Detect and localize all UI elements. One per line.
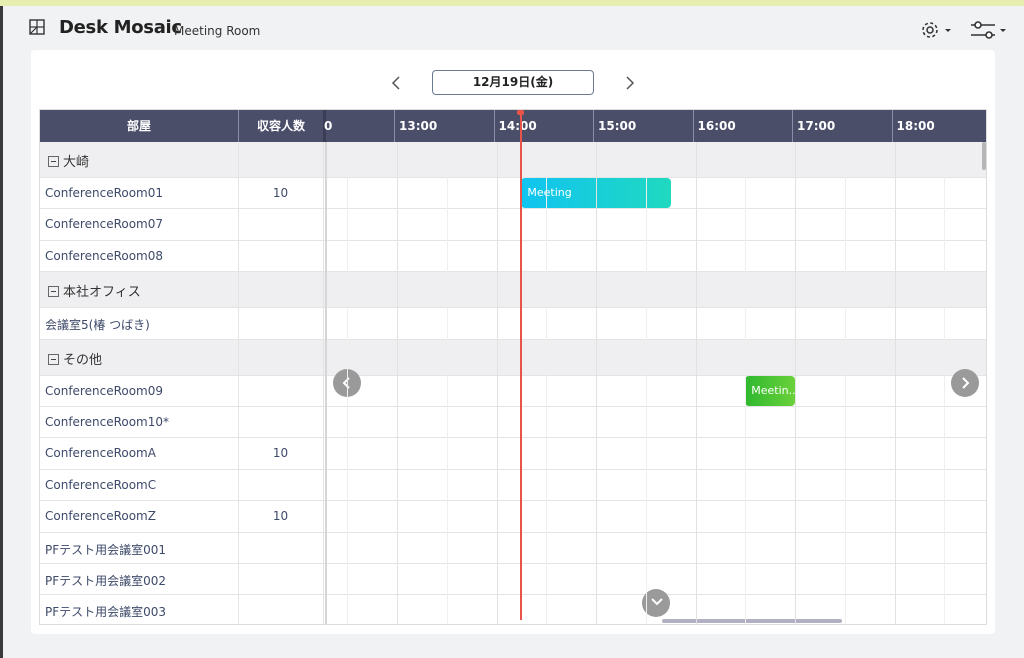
collapse-icon[interactable] [48,286,59,298]
time-slot-label: 14:00 [493,110,594,142]
room-name: PFテスト用会議室003 [45,605,167,620]
room-name: PFテスト用会議室002 [45,574,167,588]
left-window-edge [0,6,3,658]
grid-line [325,142,327,624]
sliders-icon [971,21,1006,39]
room-name: ConferenceRoom09 [45,383,164,398]
timeline-header: 0 13:00 14:00 15:00 16:00 17:00 18:00 [323,110,987,142]
room-name: ConferenceRoomA [45,446,156,461]
group-label: その他 [48,349,102,368]
scroll-right-button[interactable] [951,369,979,397]
previous-day-button[interactable] [387,73,405,93]
grid-line [894,142,896,624]
current-time-line [520,110,522,620]
grid-line [844,142,846,624]
booking-event[interactable]: Meetin... [745,375,795,406]
grid-line [446,142,448,624]
horizontal-scrollbar[interactable] [662,619,842,623]
group-label: 大崎 [48,151,89,170]
time-slot-label: 18:00 [891,110,987,142]
group-label: 本社オフィス [48,281,141,300]
chevron-right-icon [962,377,970,389]
grid-line [397,142,398,624]
logo-icon [29,19,45,35]
room-name: 会議室5(椿 つばき) [45,318,150,333]
room-capacity: 10 [272,186,289,200]
room-name: ConferenceRoom10* [45,415,170,429]
vertical-scrollbar[interactable] [982,142,986,170]
group-name: その他 [63,352,103,368]
chevron-down-icon [651,598,663,606]
grid-line [323,142,324,624]
collapse-icon[interactable] [48,156,59,167]
room-capacity: 10 [272,509,289,524]
room-column-header: 部屋 [40,110,238,142]
grid-line [645,142,647,624]
grid-line [596,142,597,624]
grid-line [745,142,747,624]
grid-line [546,142,548,624]
room-name: PFテスト用会議室001 [45,542,167,557]
room-name: ConferenceRoom08 [45,248,164,263]
room-name: ConferenceRoom01 [45,186,164,200]
next-day-button[interactable] [621,73,639,93]
grid-line [795,142,796,624]
room-name: ConferenceRoom07 [45,217,164,232]
group-name: 大崎 [63,155,90,170]
date-picker-button[interactable]: 12月19日(金) [432,70,594,95]
chevron-right-icon [626,76,635,90]
settings-menu-button[interactable] [919,19,955,41]
time-slot-label: 15:00 [593,110,693,142]
grid-line [347,142,349,624]
page-subtitle: Meeting Room [174,24,261,38]
time-slot-label: 13:00 [394,110,494,142]
room-schedule-grid: 部屋 収容人数 0 13:00 14:00 15:00 16:00 17:00 18:00 … [39,109,987,625]
chevron-left-icon [391,76,400,90]
time-slot-label: 16:00 [692,110,793,142]
grid-line [496,142,498,624]
room-name: ConferenceRoomZ [45,509,156,524]
date-navigator: 12月19日(金) [31,70,995,96]
capacity-column-header: 収容人数 [238,110,323,142]
brand-name: Desk Mosaic [59,17,182,38]
filter-menu-button[interactable] [969,19,1009,41]
grid-line [695,142,697,624]
scheduler-card: 12月19日(金) 部屋 収容人数 0 13:00 14:00 15:00 16:00 1… [31,50,995,634]
gear-icon [922,22,951,38]
room-capacity: 10 [272,446,289,461]
time-slot-label: 17:00 [792,110,892,142]
group-name: 本社オフィス [63,285,141,301]
grid-line [944,142,946,624]
app-header: Desk Mosaic Meeting Room [3,6,1024,52]
collapse-icon[interactable] [48,353,59,365]
room-name: ConferenceRoomC [45,477,157,492]
grid-line [238,142,239,624]
